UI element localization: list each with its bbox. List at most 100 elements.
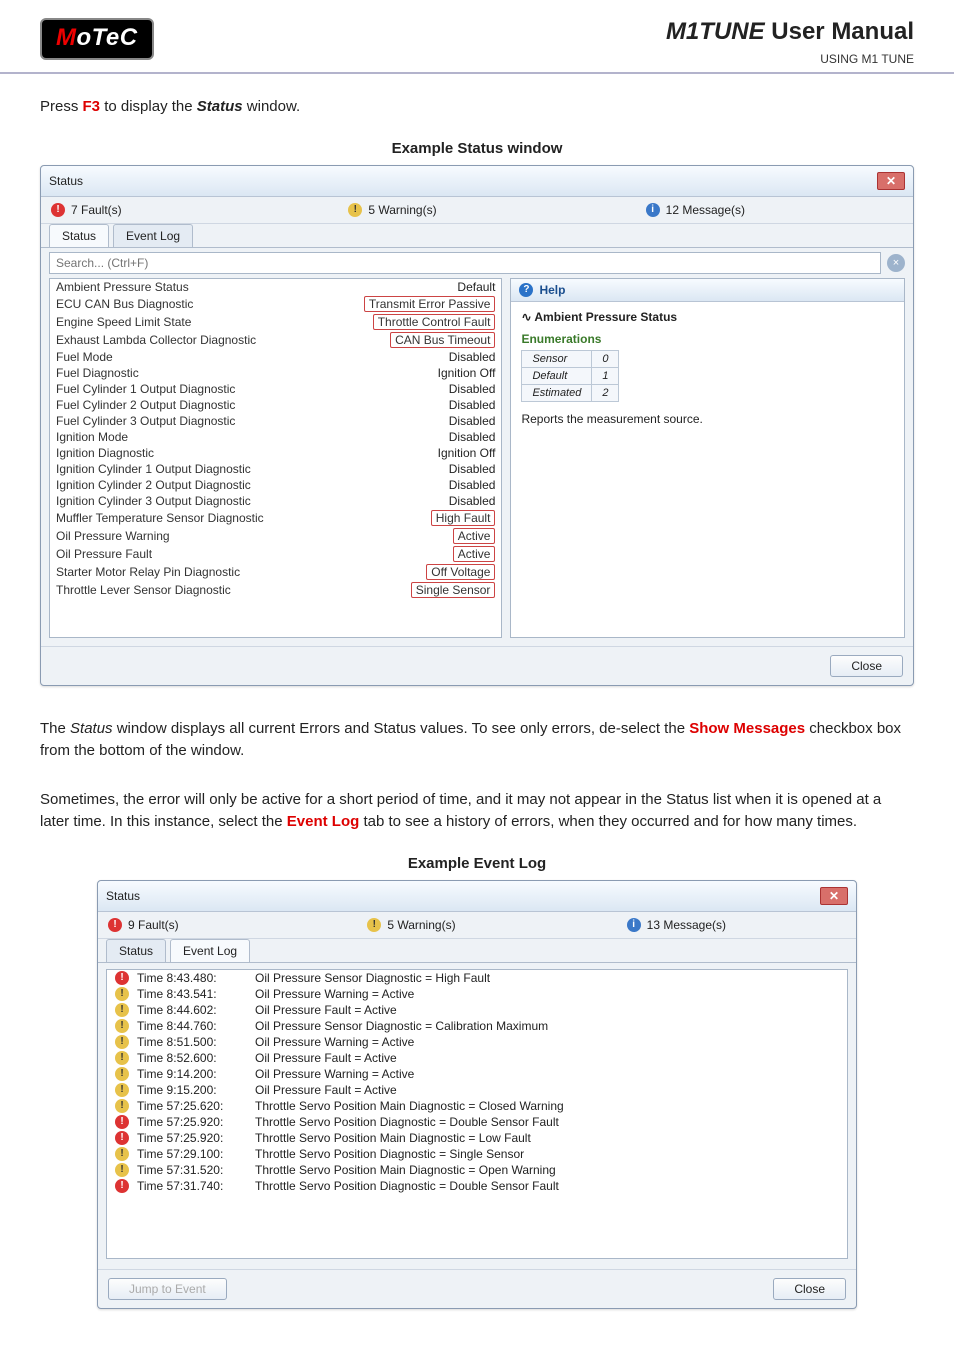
status-row-value: Off Voltage bbox=[323, 563, 501, 581]
event-message: Throttle Servo Position Diagnostic = Dou… bbox=[255, 1115, 559, 1129]
event-time: Time 57:31.740: bbox=[137, 1179, 247, 1193]
tab-status[interactable]: Status bbox=[49, 224, 109, 247]
status-row-name: Ignition Mode bbox=[50, 429, 323, 445]
event-log-list[interactable]: ! Time 8:43.480: Oil Pressure Sensor Diagn… bbox=[106, 969, 848, 1259]
status-row-name: Ambient Pressure Status bbox=[50, 279, 323, 295]
warning-icon: ! bbox=[348, 203, 362, 217]
search-input[interactable] bbox=[49, 252, 881, 274]
warning-icon: ! bbox=[115, 1147, 129, 1161]
status-row[interactable]: Ignition Cylinder 2 Output DiagnosticDis… bbox=[50, 477, 501, 493]
status-row-value: Transmit Error Passive bbox=[323, 295, 501, 313]
event-log-row[interactable]: ! Time 9:14.200: Oil Pressure Warning = Ac… bbox=[107, 1066, 847, 1082]
status-row-name: Ignition Diagnostic bbox=[50, 445, 323, 461]
status-row-value: Disabled bbox=[323, 413, 501, 429]
status-row[interactable]: ECU CAN Bus DiagnosticTransmit Error Pas… bbox=[50, 295, 501, 313]
warning-icon: ! bbox=[115, 1035, 129, 1049]
event-log-row[interactable]: !Time 8:43.480:Oil Pressure Sensor Diagn… bbox=[107, 970, 847, 986]
status-row-value: Disabled bbox=[323, 397, 501, 413]
event-log-row[interactable]: !Time 8:43.541:Oil Pressure Warning = Ac… bbox=[107, 986, 847, 1002]
window-title: Status bbox=[49, 174, 83, 188]
event-message: Throttle Servo Position Main Diagnostic … bbox=[255, 1163, 556, 1177]
status-row[interactable]: Oil Pressure FaultActive bbox=[50, 545, 501, 563]
close-button[interactable]: Close bbox=[773, 1278, 846, 1300]
tab-event-log[interactable]: Event Log bbox=[170, 939, 250, 962]
status-row[interactable]: Fuel Cylinder 1 Output DiagnosticDisable… bbox=[50, 381, 501, 397]
status-row-value: Disabled bbox=[323, 477, 501, 493]
clear-search-icon[interactable]: × bbox=[887, 254, 905, 272]
close-button[interactable]: Close bbox=[830, 655, 903, 677]
status-row-value: Throttle Control Fault bbox=[323, 313, 501, 331]
event-log-row[interactable]: !Time 8:44.602:Oil Pressure Fault = Acti… bbox=[107, 1002, 847, 1018]
help-topic-title: ∿ Ambient Pressure Status bbox=[521, 310, 894, 324]
status-row[interactable]: Muffler Temperature Sensor DiagnosticHig… bbox=[50, 509, 501, 527]
error-icon: ! bbox=[115, 1179, 129, 1193]
key-f3: F3 bbox=[83, 98, 101, 115]
event-log-row[interactable]: !Time 57:31.520:Throttle Servo Position … bbox=[107, 1162, 847, 1178]
status-row[interactable]: Fuel DiagnosticIgnition Off bbox=[50, 365, 501, 381]
close-icon[interactable]: ✕ bbox=[820, 887, 848, 905]
close-icon[interactable]: ✕ bbox=[877, 172, 905, 190]
event-log-row[interactable]: ! Time 57:25.620: Throttle Servo Position … bbox=[107, 1098, 847, 1114]
event-log-row[interactable]: !Time 57:29.100:Throttle Servo Position … bbox=[107, 1146, 847, 1162]
event-message: Oil Pressure Fault = Active bbox=[255, 1003, 397, 1017]
event-message: Oil Pressure Fault = Active bbox=[255, 1083, 397, 1097]
status-row-name: Fuel Mode bbox=[50, 349, 323, 365]
status-row-name: Oil Pressure Warning bbox=[50, 527, 323, 545]
status-row-name: Engine Speed Limit State bbox=[50, 313, 323, 331]
event-message: Throttle Servo Position Main Diagnostic … bbox=[255, 1099, 564, 1113]
status-row-name: Oil Pressure Fault bbox=[50, 545, 323, 563]
status-row[interactable]: Ignition Cylinder 3 Output DiagnosticDis… bbox=[50, 493, 501, 509]
paragraph-eventlog-desc: Sometimes, the error will only be active… bbox=[0, 767, 954, 839]
status-row[interactable]: Engine Speed Limit StateThrottle Control… bbox=[50, 313, 501, 331]
event-message: Oil Pressure Warning = Active bbox=[255, 1067, 414, 1081]
intro-text: Press F3 to display the Status window. bbox=[0, 74, 954, 124]
status-row-value: Disabled bbox=[323, 429, 501, 445]
status-row[interactable]: Fuel Cylinder 3 Output DiagnosticDisable… bbox=[50, 413, 501, 429]
event-log-row[interactable]: !Time 8:44.760:Oil Pressure Sensor Diagn… bbox=[107, 1018, 847, 1034]
event-time: Time 57:25.620: bbox=[137, 1099, 247, 1113]
status-row[interactable]: Ignition Cylinder 1 Output DiagnosticDis… bbox=[50, 461, 501, 477]
event-log-row[interactable]: !Time 57:25.920:Throttle Servo Position … bbox=[107, 1130, 847, 1146]
tab-event-log[interactable]: Event Log bbox=[113, 224, 193, 247]
status-row-name: Muffler Temperature Sensor Diagnostic bbox=[50, 509, 323, 527]
event-time: Time 8:44.602: bbox=[137, 1003, 247, 1017]
event-time: Time 8:43.480: bbox=[137, 971, 247, 985]
event-log-row[interactable]: !Time 8:51.500:Oil Pressure Warning = Ac… bbox=[107, 1034, 847, 1050]
status-row-name: Fuel Cylinder 1 Output Diagnostic bbox=[50, 381, 323, 397]
warning-icon: ! bbox=[115, 1067, 129, 1081]
status-row[interactable]: Oil Pressure WarningActive bbox=[50, 527, 501, 545]
info-icon: i bbox=[646, 203, 660, 217]
tab-status[interactable]: Status bbox=[106, 939, 166, 962]
event-time: Time 9:14.200: bbox=[137, 1067, 247, 1081]
event-log-row[interactable]: !Time 9:15.200:Oil Pressure Fault = Acti… bbox=[107, 1082, 847, 1098]
event-message: Oil Pressure Sensor Diagnostic = Calibra… bbox=[255, 1019, 548, 1033]
warning-icon: ! bbox=[115, 1019, 129, 1033]
jump-to-event-button[interactable]: Jump to Event bbox=[108, 1278, 227, 1300]
warning-icon: ! bbox=[115, 1099, 129, 1113]
event-log-row[interactable]: !Time 57:31.740:Throttle Servo Position … bbox=[107, 1178, 847, 1194]
event-message: Throttle Servo Position Diagnostic = Sin… bbox=[255, 1147, 524, 1161]
status-row-name: Ignition Cylinder 2 Output Diagnostic bbox=[50, 477, 323, 493]
status-item-list[interactable]: Ambient Pressure StatusDefaultECU CAN Bu… bbox=[49, 278, 502, 638]
status-row-value: Single Sensor bbox=[323, 581, 501, 599]
status-row[interactable]: Exhaust Lambda Collector DiagnosticCAN B… bbox=[50, 331, 501, 349]
event-log-row[interactable]: !Time 57:25.920:Throttle Servo Position … bbox=[107, 1114, 847, 1130]
status-row[interactable]: Fuel Cylinder 2 Output DiagnosticDisable… bbox=[50, 397, 501, 413]
event-message: Oil Pressure Warning = Active bbox=[255, 1035, 414, 1049]
status-row-value: High Fault bbox=[323, 509, 501, 527]
status-row[interactable]: Ignition ModeDisabled bbox=[50, 429, 501, 445]
status-row[interactable]: Ignition DiagnosticIgnition Off bbox=[50, 445, 501, 461]
status-row-value: Disabled bbox=[323, 461, 501, 477]
status-row[interactable]: Throttle Lever Sensor DiagnosticSingle S… bbox=[50, 581, 501, 599]
status-row-name: Exhaust Lambda Collector Diagnostic bbox=[50, 331, 323, 349]
warning-icon: ! bbox=[115, 987, 129, 1001]
event-message: Oil Pressure Fault = Active bbox=[255, 1051, 397, 1065]
event-log-row[interactable]: !Time 8:52.600:Oil Pressure Fault = Acti… bbox=[107, 1050, 847, 1066]
status-row-value: Ignition Off bbox=[323, 365, 501, 381]
event-time: Time 9:15.200: bbox=[137, 1083, 247, 1097]
window-title: Status bbox=[106, 889, 140, 903]
status-row[interactable]: Fuel ModeDisabled bbox=[50, 349, 501, 365]
status-row-name: Fuel Diagnostic bbox=[50, 365, 323, 381]
status-row[interactable]: Starter Motor Relay Pin DiagnosticOff Vo… bbox=[50, 563, 501, 581]
status-row[interactable]: Ambient Pressure StatusDefault bbox=[50, 279, 501, 295]
